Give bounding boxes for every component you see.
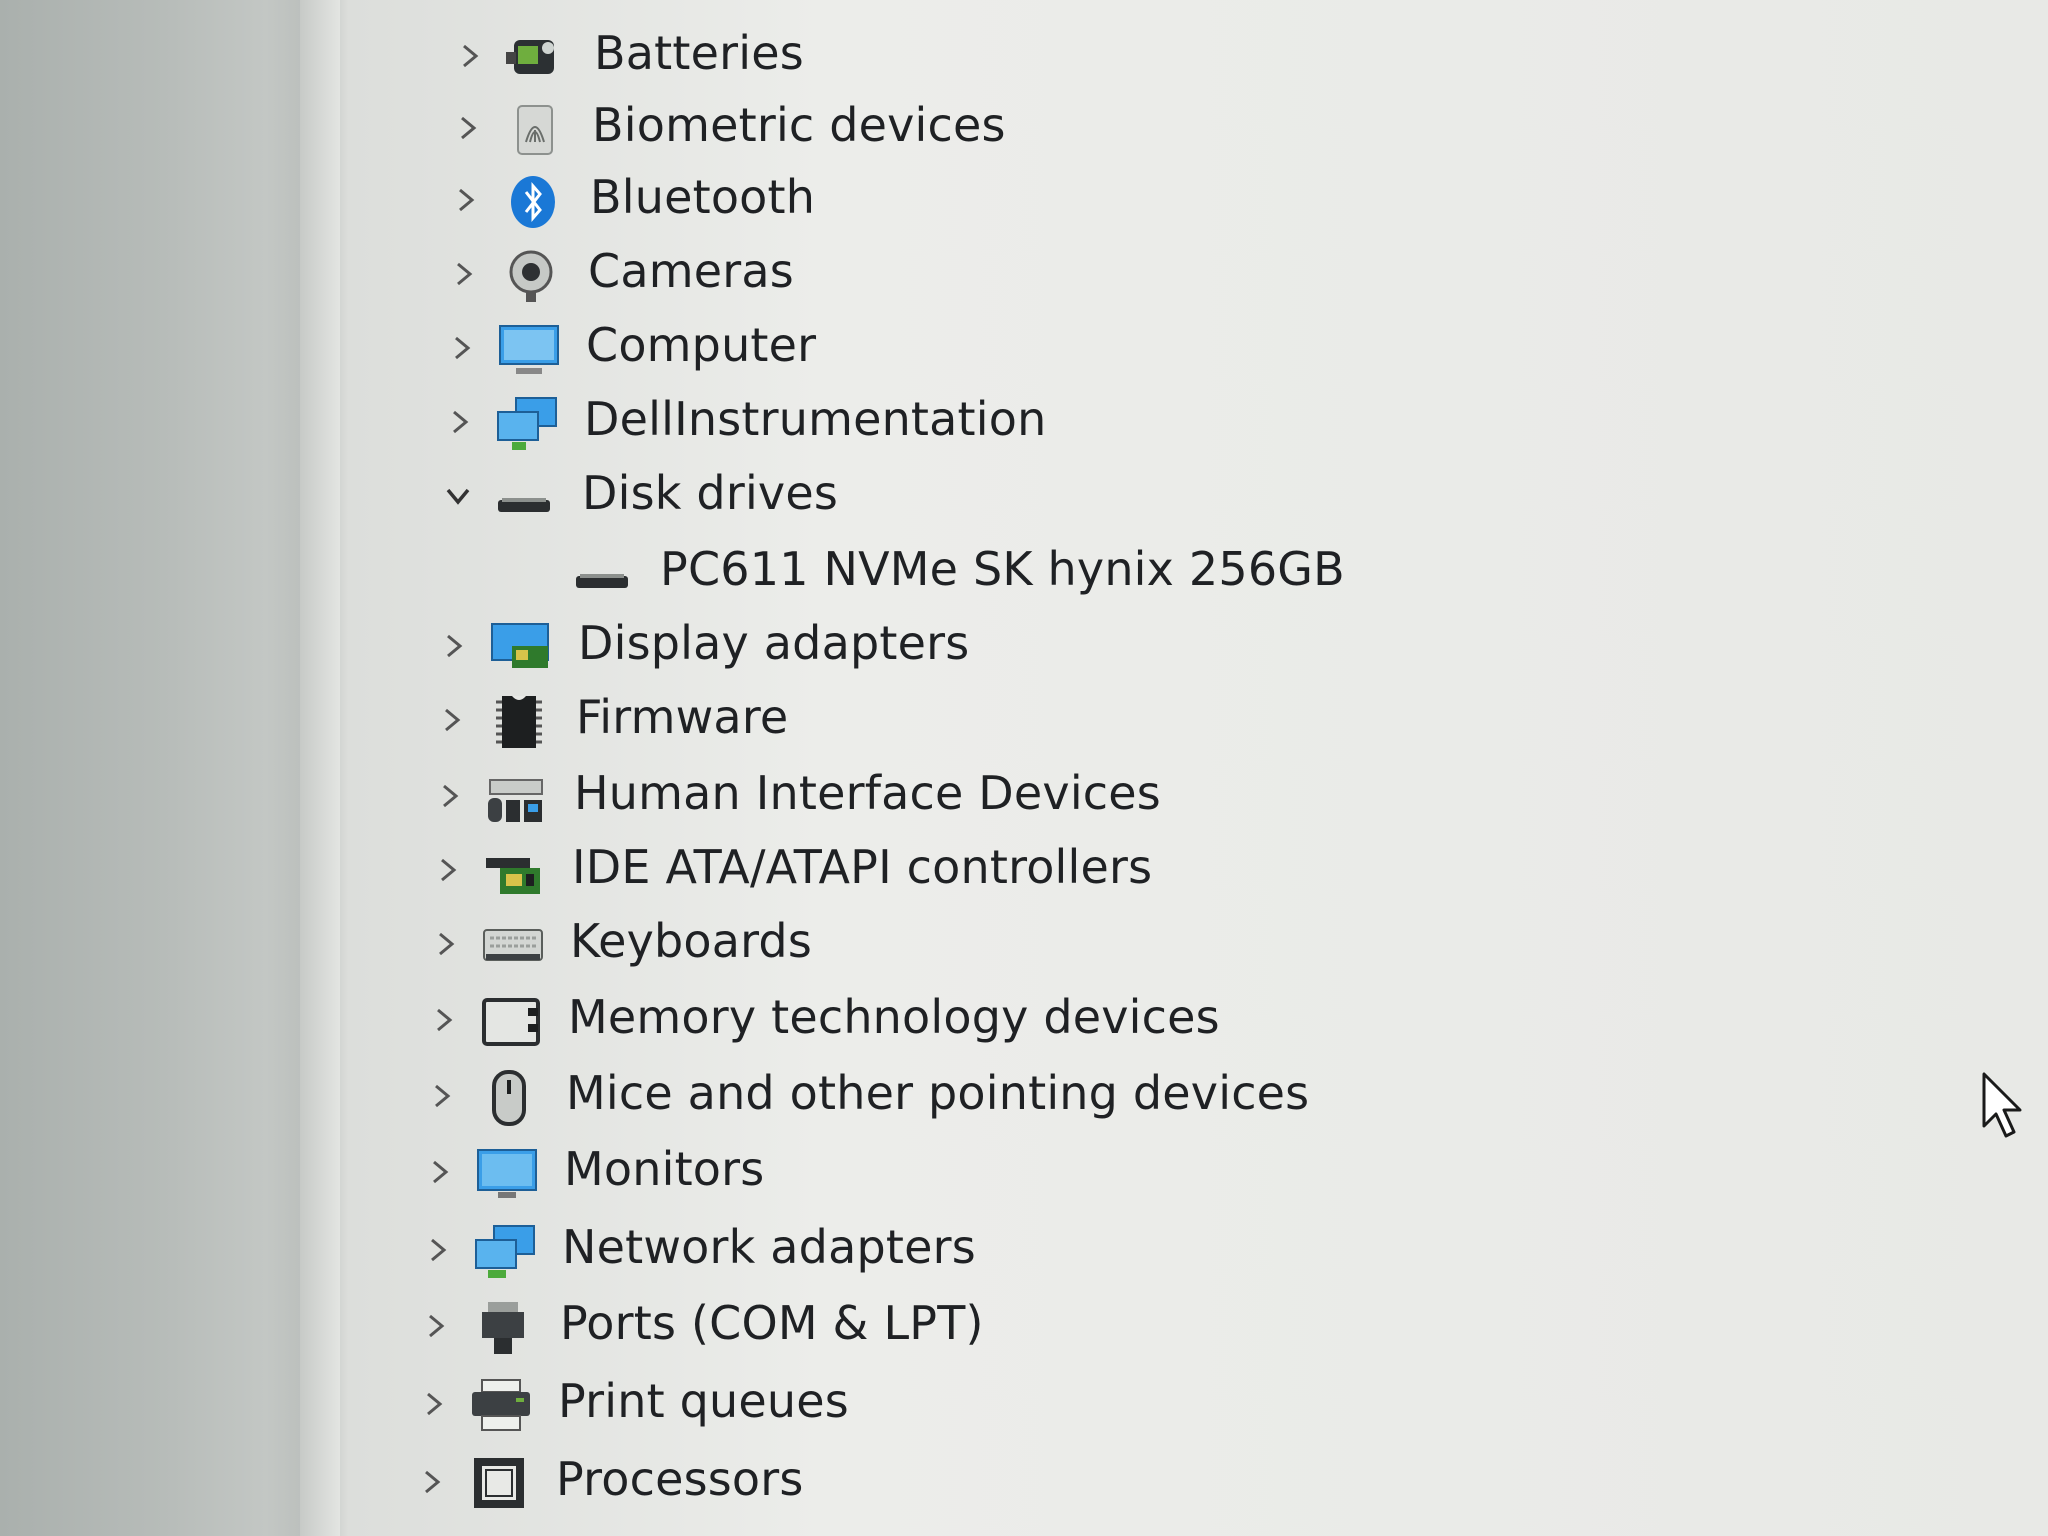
chevron-right-icon[interactable]	[436, 628, 472, 664]
tree-item-label: IDE ATA/ATAPI controllers	[572, 840, 1153, 894]
mouse-cursor-icon	[1982, 1072, 2022, 1138]
tree-item-label: Memory technology devices	[568, 990, 1220, 1044]
chevron-right-icon[interactable]	[450, 110, 486, 146]
tree-item-label: Keyboards	[570, 914, 812, 968]
network-computer-icon	[494, 396, 560, 452]
tree-item-label: Display adapters	[578, 616, 970, 670]
tree-item-label: DellInstrumentation	[584, 392, 1047, 446]
chevron-right-icon[interactable]	[434, 702, 470, 738]
memory-card-icon	[478, 994, 544, 1050]
chevron-right-icon[interactable]	[428, 926, 464, 962]
tree-item-label: Mice and other pointing devices	[566, 1066, 1310, 1120]
tree-item-label: PC611 NVMe SK hynix 256GB	[660, 542, 1345, 596]
chevron-right-icon[interactable]	[426, 1002, 462, 1038]
monitor-icon	[474, 1146, 540, 1202]
chevron-right-icon[interactable]	[416, 1386, 452, 1422]
fingerprint-icon	[502, 102, 568, 158]
battery-icon	[504, 30, 570, 86]
processor-icon	[466, 1456, 532, 1512]
tree-item-label: Print queues	[558, 1374, 849, 1428]
keyboard-icon	[480, 918, 546, 974]
hid-icon	[484, 770, 550, 826]
disk-drive-icon	[492, 470, 558, 526]
tree-item-label: Disk drives	[582, 466, 839, 520]
chevron-right-icon[interactable]	[446, 256, 482, 292]
tree-item-label: Bluetooth	[590, 170, 816, 224]
mouse-icon	[476, 1070, 542, 1126]
tree-item-label: Ports (COM & LPT)	[560, 1296, 984, 1350]
disk-drive-icon	[570, 546, 636, 602]
chevron-right-icon[interactable]	[420, 1232, 456, 1268]
tree-item-label: Batteries	[594, 26, 804, 80]
chevron-right-icon[interactable]	[448, 182, 484, 218]
tree-item-label: Firmware	[576, 690, 789, 744]
tree-item-label: Human Interface Devices	[574, 766, 1161, 820]
ide-controller-icon	[482, 844, 548, 900]
display-adapter-icon	[488, 620, 554, 676]
chevron-down-icon[interactable]	[440, 478, 476, 514]
tree-item-label: Processors	[556, 1452, 804, 1506]
chevron-right-icon[interactable]	[442, 404, 478, 440]
tree-item-label: Monitors	[564, 1142, 765, 1196]
chevron-right-icon[interactable]	[430, 852, 466, 888]
tree-item-label: Computer	[586, 318, 817, 372]
tree-item-label: Network adapters	[562, 1220, 976, 1274]
chip-icon	[486, 694, 552, 750]
chevron-right-icon[interactable]	[452, 38, 488, 74]
chevron-right-icon[interactable]	[444, 330, 480, 366]
port-icon	[470, 1300, 536, 1356]
chevron-right-icon[interactable]	[418, 1308, 454, 1344]
camera-icon	[498, 248, 564, 304]
device-tree: Batteries Biometric devices Bluetooth Ca…	[0, 0, 2048, 1536]
tree-item-label: Cameras	[588, 244, 794, 298]
chevron-right-icon[interactable]	[432, 778, 468, 814]
printer-icon	[468, 1378, 534, 1434]
computer-icon	[496, 322, 562, 378]
chevron-right-icon[interactable]	[424, 1078, 460, 1114]
chevron-right-icon[interactable]	[422, 1154, 458, 1190]
tree-item-label: Biometric devices	[592, 98, 1006, 152]
bluetooth-icon	[500, 174, 566, 230]
chevron-right-icon[interactable]	[414, 1464, 450, 1500]
network-adapter-icon	[472, 1224, 538, 1280]
